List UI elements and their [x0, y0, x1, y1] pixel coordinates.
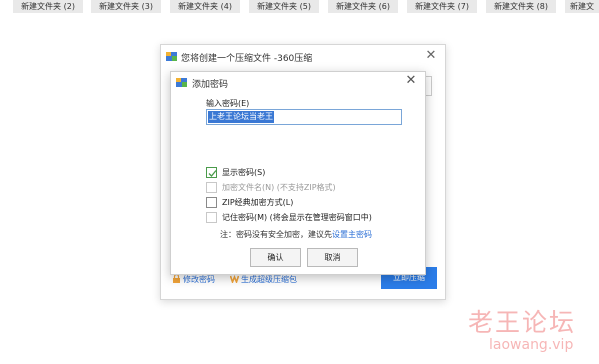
compress-window-titlebar: 您将创建一个压缩文件 -360压缩 ✕ — [161, 45, 445, 69]
password-value: 上老王论坛当老王 — [208, 111, 274, 123]
security-note: 注：密码没有安全加密，建议先设置主密码 — [220, 229, 372, 240]
archive-app-icon — [176, 78, 187, 87]
watermark-text: 老王论坛 — [468, 308, 577, 337]
close-icon[interactable]: ✕ — [423, 48, 439, 64]
zip-classic-label: ZIP经典加密方式(L) — [222, 198, 294, 207]
modify-password-link[interactable]: 修改密码 — [172, 274, 215, 285]
add-password-titlebar: 添加密码 ✕ — [171, 72, 425, 92]
add-password-title: 添加密码 — [192, 80, 229, 90]
remember-password-label: 记住密码(M) (将会显示在管理密码窗口中) — [222, 213, 372, 222]
show-password-checkbox[interactable] — [206, 167, 217, 178]
add-password-dialog: 添加密码 ✕ 输入密码(E) 上老王论坛当老王 显示密码(S) 加密文件名(N)… — [170, 71, 426, 275]
folder-tab[interactable]: 新建文件夹 (2) — [13, 0, 83, 13]
gen-package-label: 生成超级压缩包 — [241, 275, 297, 284]
archive-app-icon — [166, 52, 177, 61]
cancel-button[interactable]: 取消 — [307, 248, 358, 267]
folder-tab[interactable]: 新建文件夹 (5) — [249, 0, 319, 13]
folder-strip: 新建文件夹 (2) 新建文件夹 (3) 新建文件夹 (4) 新建文件夹 (5) … — [0, 0, 599, 16]
remember-password-checkbox[interactable] — [206, 212, 217, 223]
encrypt-filename-label: 加密文件名(N) (不支持ZIP格式) — [222, 183, 336, 192]
folder-tab[interactable]: 新建文件夹 (4) — [170, 0, 240, 13]
gen-package-link[interactable]: 生成超级压缩包 — [230, 274, 297, 285]
crown-icon — [230, 274, 239, 283]
folder-tab[interactable]: 新建文 — [565, 0, 599, 13]
folder-tab[interactable]: 新建文件夹 (6) — [328, 0, 398, 13]
security-note-text: 注：密码没有安全加密，建议先 — [220, 230, 332, 239]
close-icon[interactable]: ✕ — [403, 73, 419, 89]
folder-tab[interactable]: 新建文件夹 (3) — [91, 0, 161, 13]
modify-password-label: 修改密码 — [183, 275, 215, 284]
checkmark-icon — [208, 170, 217, 177]
show-password-label: 显示密码(S) — [222, 168, 266, 177]
set-master-password-link[interactable]: 设置主密码 — [332, 230, 372, 239]
password-input-label: 输入密码(E) — [206, 99, 250, 108]
watermark-url: laowang.vip — [489, 337, 574, 353]
folder-tab[interactable]: 新建文件夹 (8) — [486, 0, 556, 13]
encrypt-filename-checkbox — [206, 182, 217, 193]
lock-icon — [173, 274, 180, 283]
ok-button[interactable]: 确认 — [250, 248, 301, 267]
password-input[interactable]: 上老王论坛当老王 — [206, 109, 402, 125]
compress-window-title: 您将创建一个压缩文件 -360压缩 — [181, 54, 313, 64]
zip-classic-checkbox[interactable] — [206, 197, 217, 208]
folder-tab[interactable]: 新建文件夹 (7) — [407, 0, 477, 13]
